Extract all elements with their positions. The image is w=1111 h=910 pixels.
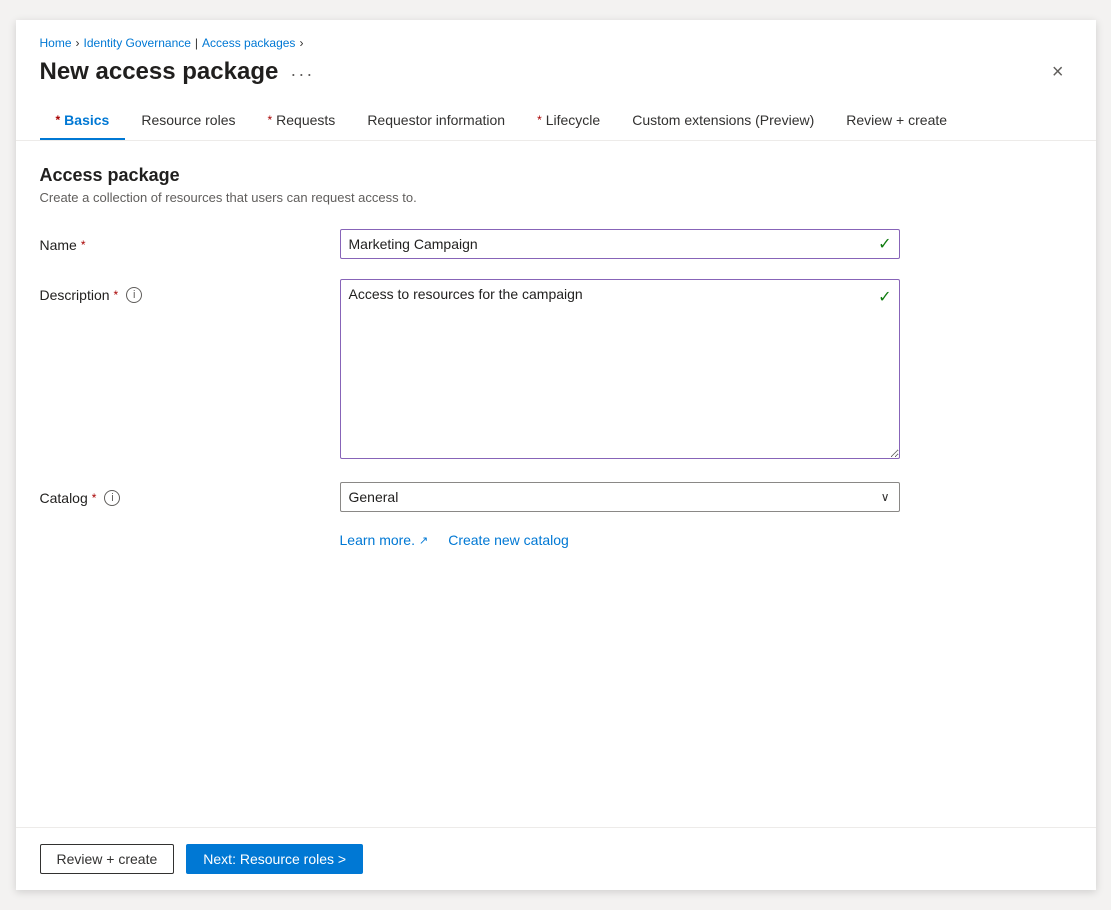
- tab-basics[interactable]: * Basics: [40, 102, 126, 140]
- breadcrumb-home[interactable]: Home: [40, 36, 72, 50]
- catalog-required-star: *: [92, 491, 97, 505]
- tab-requests[interactable]: * Requests: [251, 102, 351, 140]
- create-catalog-link[interactable]: Create new catalog: [448, 532, 569, 548]
- tab-resource-roles[interactable]: Resource roles: [125, 102, 251, 140]
- tab-custom-extensions-label: Custom extensions (Preview): [632, 112, 814, 128]
- tabs-bar: * Basics Resource roles * Requests Reque…: [16, 102, 1096, 141]
- catalog-form-row: Catalog * i General Custom ∨: [40, 482, 1072, 512]
- catalog-label: Catalog * i: [40, 482, 340, 506]
- close-button[interactable]: ×: [1044, 58, 1072, 86]
- breadcrumb-chevron-2: ›: [299, 36, 303, 50]
- catalog-info-icon[interactable]: i: [104, 490, 120, 506]
- breadcrumb-identity-governance[interactable]: Identity Governance: [84, 36, 191, 50]
- description-info-icon[interactable]: i: [126, 287, 142, 303]
- description-required-star: *: [114, 288, 119, 302]
- tab-review-create[interactable]: Review + create: [830, 102, 963, 140]
- links-row: Learn more. ↗ Create new catalog: [340, 532, 1072, 548]
- tab-requests-label: Requests: [276, 112, 335, 128]
- name-label-text: Name: [40, 237, 77, 253]
- description-label-text: Description: [40, 287, 110, 303]
- tab-review-create-label: Review + create: [846, 112, 947, 128]
- catalog-select[interactable]: General Custom: [340, 482, 900, 512]
- name-form-row: Name * ✓: [40, 229, 1072, 259]
- description-label: Description * i: [40, 279, 340, 303]
- breadcrumb-separator: |: [195, 36, 198, 50]
- catalog-label-text: Catalog: [40, 490, 88, 506]
- name-input-wrapper: ✓: [340, 229, 900, 259]
- next-resource-roles-button[interactable]: Next: Resource roles >: [186, 844, 363, 874]
- catalog-select-wrapper: General Custom ∨: [340, 482, 900, 512]
- more-options-button[interactable]: ···: [290, 64, 314, 85]
- name-required-star: *: [81, 238, 86, 252]
- tab-requests-star: *: [267, 113, 272, 127]
- create-catalog-label: Create new catalog: [448, 532, 569, 548]
- tab-resource-roles-label: Resource roles: [141, 112, 235, 128]
- tab-custom-extensions[interactable]: Custom extensions (Preview): [616, 102, 830, 140]
- footer: Review + create Next: Resource roles >: [16, 827, 1096, 890]
- tab-requestor-info[interactable]: Requestor information: [351, 102, 521, 140]
- name-input[interactable]: [340, 229, 900, 259]
- page-title: New access package: [40, 58, 279, 86]
- panel-header: Home › Identity Governance | Access pack…: [16, 20, 1096, 86]
- tab-lifecycle-star: *: [537, 113, 542, 127]
- description-form-row: Description * i Access to resources for …: [40, 279, 1072, 462]
- breadcrumb-access-packages[interactable]: Access packages: [202, 36, 295, 50]
- title-left: New access package ···: [40, 58, 315, 86]
- panel: Home › Identity Governance | Access pack…: [16, 20, 1096, 890]
- title-row: New access package ··· ×: [40, 58, 1072, 86]
- tab-basics-label: Basics: [64, 112, 109, 128]
- breadcrumb: Home › Identity Governance | Access pack…: [40, 36, 1072, 50]
- section-description: Create a collection of resources that us…: [40, 190, 1072, 205]
- review-create-button[interactable]: Review + create: [40, 844, 175, 874]
- name-control: ✓: [340, 229, 900, 259]
- content-area: Access package Create a collection of re…: [16, 141, 1096, 827]
- breadcrumb-chevron-1: ›: [76, 36, 80, 50]
- tab-basics-star: *: [56, 113, 61, 127]
- tab-requestor-info-label: Requestor information: [367, 112, 505, 128]
- section-title: Access package: [40, 165, 1072, 186]
- catalog-control: General Custom ∨: [340, 482, 900, 512]
- description-control: Access to resources for the campaign ✓: [340, 279, 900, 462]
- learn-more-label: Learn more.: [340, 532, 415, 548]
- tab-lifecycle-label: Lifecycle: [546, 112, 600, 128]
- description-textarea-wrapper: Access to resources for the campaign ✓: [340, 279, 900, 462]
- learn-more-link[interactable]: Learn more. ↗: [340, 532, 429, 548]
- external-link-icon: ↗: [419, 534, 428, 547]
- name-label: Name *: [40, 229, 340, 253]
- description-textarea[interactable]: Access to resources for the campaign: [340, 279, 900, 459]
- tab-lifecycle[interactable]: * Lifecycle: [521, 102, 616, 140]
